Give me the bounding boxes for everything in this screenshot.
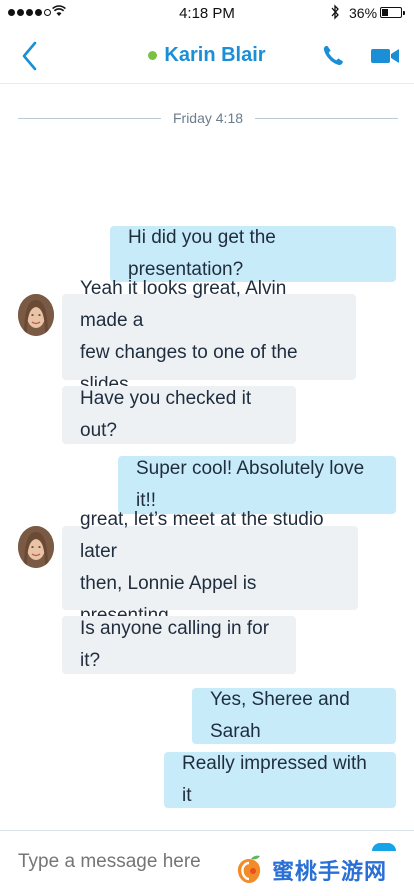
battery-percent: 36%	[349, 5, 378, 21]
message-bubble-incoming[interactable]: Is anyone calling in for it?	[62, 616, 296, 674]
message-bubble-outgoing[interactable]: Yes, Sheree and Sarah	[192, 688, 396, 744]
call-button[interactable]	[318, 40, 348, 72]
avatar[interactable]	[18, 294, 54, 336]
battery-icon	[380, 7, 405, 18]
message-input[interactable]	[18, 851, 238, 873]
watermark-logo: 蜜桃手游网	[232, 853, 387, 887]
phone-icon	[323, 46, 343, 66]
message-text-line: Yeah it looks great, Alvin made a	[80, 278, 287, 331]
video-call-button[interactable]	[368, 40, 402, 72]
peach-logo-icon	[237, 855, 261, 883]
message-text: Yes, Sheree and Sarah	[210, 689, 350, 742]
message-text: Really impressed with it	[182, 753, 367, 806]
video-camera-icon	[371, 49, 399, 63]
send-button[interactable]	[372, 843, 396, 851]
message-bubble-incoming[interactable]: Have you checked it out?	[62, 386, 296, 444]
compose-bar: 蜜桃手游网	[0, 830, 414, 896]
divider-line	[255, 117, 399, 119]
avatar[interactable]	[18, 526, 54, 568]
message-text: Is anyone calling in for it?	[80, 618, 270, 671]
day-divider: Friday 4:18	[18, 108, 399, 128]
message-bubble-incoming[interactable]: great, let’s meet at the studio later th…	[62, 509, 358, 626]
contact-title[interactable]: Karin Blair	[0, 44, 414, 67]
presence-indicator	[148, 51, 158, 60]
message-bubble-incoming[interactable]: Yeah it looks great, Alvin made a few ch…	[62, 278, 356, 395]
conversation-header: Karin Blair	[0, 28, 414, 84]
message-text-line: great, let’s meet at the studio later	[80, 509, 324, 562]
status-bar: 4:18 PM 36%	[0, 0, 414, 28]
day-divider-label: Friday 4:18	[172, 110, 244, 126]
divider-line	[18, 117, 161, 119]
message-text: Have you checked it out?	[80, 388, 252, 441]
message-bubble-outgoing[interactable]: Really impressed with it	[164, 752, 396, 808]
contact-name: Karin Blair	[164, 44, 266, 66]
watermark-text: 蜜桃手游网	[272, 859, 388, 884]
bluetooth-icon	[331, 4, 339, 20]
